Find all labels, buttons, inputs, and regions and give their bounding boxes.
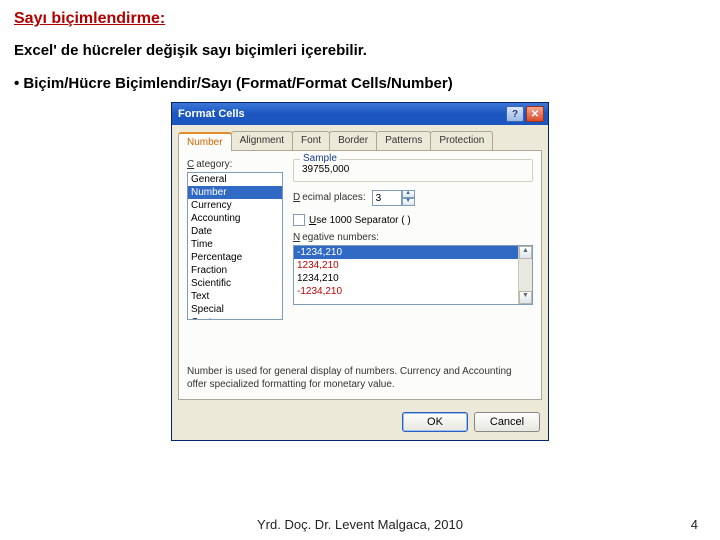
- tab-strip: Number Alignment Font Border Patterns Pr…: [172, 125, 548, 150]
- slide-title: Sayı biçimlendirme:: [14, 10, 706, 28]
- slide-footer: Yrd. Doç. Dr. Levent Malgaca, 2010 4: [0, 517, 720, 532]
- tab-protection[interactable]: Protection: [430, 131, 493, 150]
- scrollbar[interactable]: ▲▼: [518, 246, 532, 304]
- footer-text: Yrd. Doç. Dr. Levent Malgaca, 2010: [257, 517, 463, 532]
- spinner-up-icon[interactable]: ▲: [402, 190, 415, 198]
- scroll-up-icon[interactable]: ▲: [519, 246, 532, 259]
- list-item[interactable]: -1234,210: [294, 285, 532, 298]
- list-item[interactable]: 1234,210: [294, 272, 532, 285]
- list-item[interactable]: Accounting: [188, 212, 282, 225]
- slide-bullet: • Biçim/Hücre Biçimlendir/Sayı (Format/F…: [14, 75, 706, 92]
- checkbox-label: Use 1000 Separator ( ): [309, 215, 411, 226]
- dialog-title: Format Cells: [176, 108, 504, 120]
- page-number: 4: [691, 517, 698, 532]
- ok-button[interactable]: OK: [402, 412, 468, 432]
- list-item[interactable]: Currency: [188, 199, 282, 212]
- negative-numbers-listbox[interactable]: -1234,210 1234,210 1234,210 -1234,210 ▲▼: [293, 245, 533, 305]
- close-icon[interactable]: ✕: [526, 106, 544, 122]
- checkbox-icon[interactable]: [293, 214, 305, 226]
- list-item[interactable]: Text: [188, 290, 282, 303]
- tab-patterns[interactable]: Patterns: [376, 131, 431, 150]
- list-item[interactable]: Date: [188, 225, 282, 238]
- list-item[interactable]: Time: [188, 238, 282, 251]
- list-item[interactable]: Percentage: [188, 251, 282, 264]
- thousand-separator-checkbox[interactable]: Use 1000 Separator ( ): [293, 214, 533, 226]
- tab-panel-number: Category: General Number Currency Accoun…: [178, 150, 542, 400]
- list-item[interactable]: Fraction: [188, 264, 282, 277]
- scroll-down-icon[interactable]: ▼: [519, 291, 532, 304]
- tab-font[interactable]: Font: [292, 131, 330, 150]
- list-item[interactable]: Special: [188, 303, 282, 316]
- format-cells-dialog: Format Cells ? ✕ Number Alignment Font B…: [171, 102, 549, 441]
- tab-number[interactable]: Number: [178, 132, 232, 151]
- help-icon[interactable]: ?: [506, 106, 524, 122]
- sample-group: Sample 39755,000: [293, 159, 533, 182]
- list-item[interactable]: Custom: [188, 316, 282, 320]
- list-item[interactable]: -1234,210: [294, 246, 532, 259]
- sample-label: Sample: [300, 153, 340, 164]
- decimal-spinner[interactable]: ▲ ▼: [372, 190, 415, 206]
- category-description: Number is used for general display of nu…: [187, 366, 533, 391]
- list-item[interactable]: Scientific: [188, 277, 282, 290]
- decimal-input[interactable]: [372, 190, 402, 206]
- list-item[interactable]: General: [188, 173, 282, 186]
- negative-label: Negative numbers:: [293, 232, 533, 243]
- sample-value: 39755,000: [300, 164, 526, 175]
- slide-subtitle: Excel' de hücreler değişik sayı biçimler…: [14, 42, 706, 59]
- cancel-button[interactable]: Cancel: [474, 412, 540, 432]
- category-listbox[interactable]: General Number Currency Accounting Date …: [187, 172, 283, 320]
- category-label: Category:: [187, 159, 283, 170]
- tab-border[interactable]: Border: [329, 131, 377, 150]
- tab-alignment[interactable]: Alignment: [231, 131, 293, 150]
- list-item[interactable]: 1234,210: [294, 259, 532, 272]
- dialog-titlebar[interactable]: Format Cells ? ✕: [172, 103, 548, 125]
- spinner-down-icon[interactable]: ▼: [402, 198, 415, 206]
- decimal-label: Decimal places:: [293, 192, 366, 203]
- list-item[interactable]: Number: [188, 186, 282, 199]
